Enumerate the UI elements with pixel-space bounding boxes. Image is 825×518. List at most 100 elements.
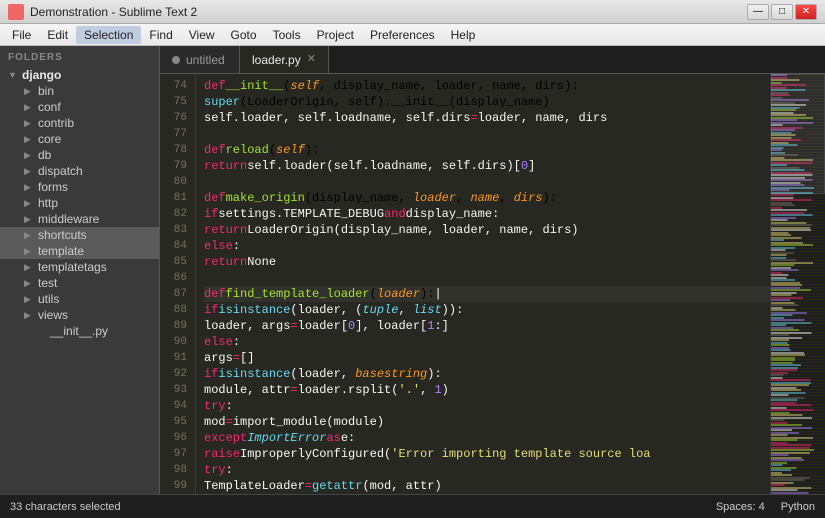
tab-close-button[interactable]: ✕ <box>307 54 316 65</box>
code-line: def find_template_loader(loader):| <box>204 286 770 302</box>
close-button[interactable]: ✕ <box>795 4 817 20</box>
maximize-button[interactable]: □ <box>771 4 793 20</box>
sidebar-item-db[interactable]: ▶db <box>0 147 159 163</box>
code-editor[interactable]: 7475767778798081828384858687888990919293… <box>160 74 770 494</box>
sidebar-item-test[interactable]: ▶test <box>0 275 159 291</box>
line-number: 91 <box>164 350 187 366</box>
line-number: 99 <box>164 478 187 494</box>
code-line: TemplateLoader = getattr(mod, attr) <box>204 478 770 494</box>
code-line: try: <box>204 398 770 414</box>
code-line: else: <box>204 238 770 254</box>
menu-item-project[interactable]: Project <box>309 26 362 44</box>
sidebar-item-views[interactable]: ▶views <box>0 307 159 323</box>
code-line: def reload(self): <box>204 142 770 158</box>
tab-untitled[interactable]: untitled <box>160 46 240 73</box>
window-controls: — □ ✕ <box>747 4 817 20</box>
line-number: 96 <box>164 430 187 446</box>
sidebar-item-core[interactable]: ▶core <box>0 131 159 147</box>
menu-item-tools[interactable]: Tools <box>265 26 309 44</box>
menu-item-edit[interactable]: Edit <box>39 26 76 44</box>
menu-item-selection[interactable]: Selection <box>76 26 141 44</box>
status-language[interactable]: Python <box>781 501 815 513</box>
code-content[interactable]: def __init__(self, display_name, loader,… <box>196 74 770 494</box>
code-line <box>204 270 770 286</box>
tab-label: untitled <box>186 53 225 67</box>
editor-area: untitledloader.py✕ 747576777879808182838… <box>160 46 825 494</box>
code-line: return None <box>204 254 770 270</box>
code-line: def __init__(self, display_name, loader,… <box>204 78 770 94</box>
line-number: 92 <box>164 366 187 382</box>
line-number: 82 <box>164 206 187 222</box>
line-number: 87 <box>164 286 187 302</box>
sidebar-item-conf[interactable]: ▶conf <box>0 99 159 115</box>
line-number: 78 <box>164 142 187 158</box>
sidebar-item-forms[interactable]: ▶forms <box>0 179 159 195</box>
code-line: def make_origin(display_name, loader, na… <box>204 190 770 206</box>
tab-label: loader.py <box>252 53 301 67</box>
line-number: 81 <box>164 190 187 206</box>
folders-label: FOLDERS <box>0 46 159 67</box>
tab-modified-dot <box>172 56 180 64</box>
status-right: Spaces: 4 Python <box>716 501 815 513</box>
app-icon <box>8 4 24 20</box>
code-line: if isinstance(loader, basestring): <box>204 366 770 382</box>
sidebar-item-dispatch[interactable]: ▶dispatch <box>0 163 159 179</box>
sidebar-item-templatetags[interactable]: ▶templatetags <box>0 259 159 275</box>
line-number: 86 <box>164 270 187 286</box>
status-bar: 33 characters selected Spaces: 4 Python <box>0 494 825 518</box>
menu-bar: FileEditSelectionFindViewGotoToolsProjec… <box>0 24 825 46</box>
sidebar-item-bin[interactable]: ▶bin <box>0 83 159 99</box>
code-line <box>204 126 770 142</box>
code-line: module, attr = loader.rsplit('.', 1) <box>204 382 770 398</box>
code-line: args = [] <box>204 350 770 366</box>
sidebar-item-template[interactable]: ▶template <box>0 243 159 259</box>
code-line: return LoaderOrigin(display_name, loader… <box>204 222 770 238</box>
line-number: 80 <box>164 174 187 190</box>
code-line: else: <box>204 334 770 350</box>
window-title: Demonstration - Sublime Text 2 <box>30 5 747 19</box>
menu-item-help[interactable]: Help <box>443 26 484 44</box>
sidebar-item-middleware[interactable]: ▶middleware <box>0 211 159 227</box>
line-number: 77 <box>164 126 187 142</box>
code-line: if settings.TEMPLATE_DEBUG and display_n… <box>204 206 770 222</box>
sidebar-item-http[interactable]: ▶http <box>0 195 159 211</box>
code-line: super(LoaderOrigin, self).__init__(displ… <box>204 94 770 110</box>
line-number: 75 <box>164 94 187 110</box>
code-line: mod = import_module(module) <box>204 414 770 430</box>
line-numbers: 7475767778798081828384858687888990919293… <box>160 74 196 494</box>
line-number: 83 <box>164 222 187 238</box>
sidebar-item-utils[interactable]: ▶utils <box>0 291 159 307</box>
menu-item-find[interactable]: Find <box>141 26 180 44</box>
line-number: 88 <box>164 302 187 318</box>
code-line: raise ImproperlyConfigured('Error import… <box>204 446 770 462</box>
line-number: 76 <box>164 110 187 126</box>
code-line: loader, args = loader[0], loader[1:] <box>204 318 770 334</box>
sidebar-item-django[interactable]: ▼django <box>0 67 159 83</box>
code-line: try: <box>204 462 770 478</box>
line-number: 74 <box>164 78 187 94</box>
line-number: 85 <box>164 254 187 270</box>
line-number: 95 <box>164 414 187 430</box>
code-line: self.loader, self.loadname, self.dirs = … <box>204 110 770 126</box>
menu-item-view[interactable]: View <box>181 26 223 44</box>
sidebar-item-shortcuts[interactable]: ▶shortcuts <box>0 227 159 243</box>
menu-item-file[interactable]: File <box>4 26 39 44</box>
sidebar-item-contrib[interactable]: ▶contrib <box>0 115 159 131</box>
code-line: except ImportError as e: <box>204 430 770 446</box>
tab-loader-py[interactable]: loader.py ✕ <box>240 46 329 73</box>
line-number: 84 <box>164 238 187 254</box>
line-number: 79 <box>164 158 187 174</box>
line-number: 90 <box>164 334 187 350</box>
minimap-viewport <box>771 74 825 194</box>
tab-bar: untitled loader.py ✕ <box>160 46 825 74</box>
menu-item-preferences[interactable]: Preferences <box>362 26 443 44</box>
status-spaces[interactable]: Spaces: 4 <box>716 501 765 513</box>
line-number: 89 <box>164 318 187 334</box>
minimize-button[interactable]: — <box>747 4 769 20</box>
line-number: 98 <box>164 462 187 478</box>
menu-item-goto[interactable]: Goto <box>223 26 265 44</box>
line-number: 94 <box>164 398 187 414</box>
title-bar: Demonstration - Sublime Text 2 — □ ✕ <box>0 0 825 24</box>
code-line: if isinstance(loader, (tuple, list)): <box>204 302 770 318</box>
sidebar-item---init---py[interactable]: __init__.py <box>0 323 159 339</box>
